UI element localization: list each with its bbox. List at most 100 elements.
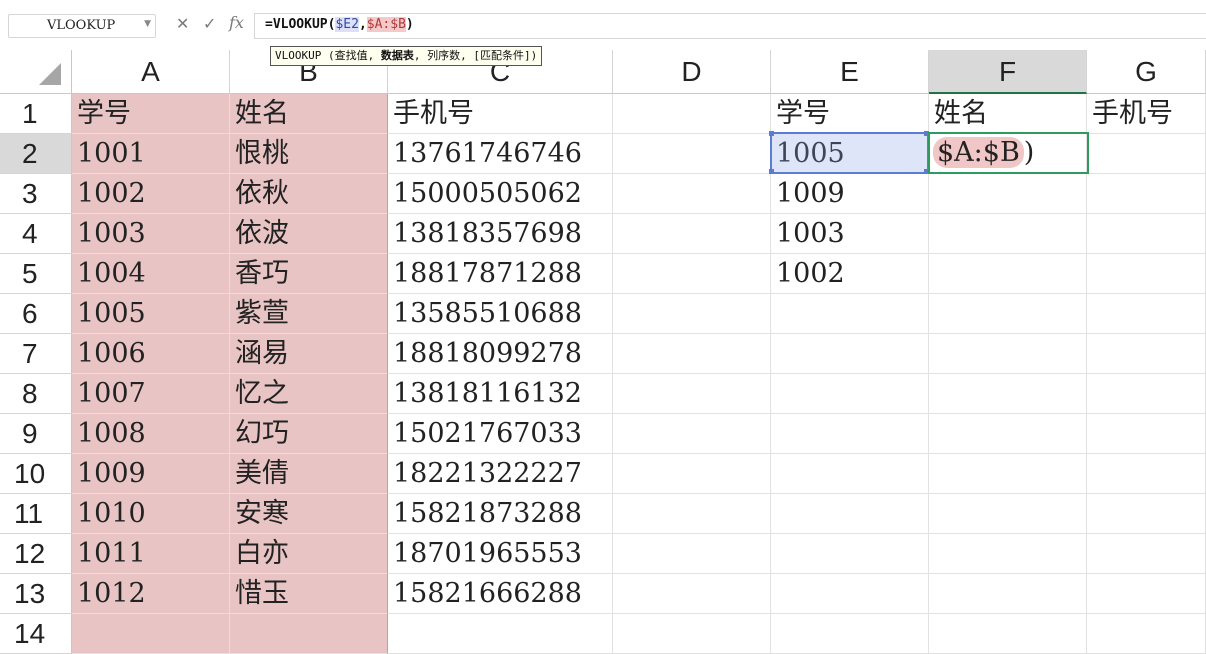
cell-a6[interactable]: 1005 [72,294,230,334]
cell-f7[interactable] [929,334,1087,374]
cell-a13[interactable]: 1012 [72,574,230,614]
cell-g8[interactable] [1087,374,1206,414]
cell-d8[interactable] [613,374,771,414]
cell-a9[interactable]: 1008 [72,414,230,454]
cell-b14[interactable] [230,614,388,654]
column-header-a[interactable]: A [72,50,230,94]
cell-e11[interactable] [771,494,929,534]
row-header-2[interactable]: 2 [0,134,72,174]
tooltip-func[interactable]: VLOOKUP [275,49,321,62]
cell-e9[interactable] [771,414,929,454]
cell-g9[interactable] [1087,414,1206,454]
cell-a10[interactable]: 1009 [72,454,230,494]
cell-b12[interactable]: 白亦 [230,534,388,574]
cell-e5[interactable]: 1002 [771,254,929,294]
cell-e2[interactable]: 1005 [771,134,929,174]
cell-d6[interactable] [613,294,771,334]
column-header-e[interactable]: E [771,50,929,94]
cell-g10[interactable] [1087,454,1206,494]
cell-e7[interactable] [771,334,929,374]
formula-input[interactable]: =VLOOKUP($E2,$A:$B) [254,13,1206,39]
cell-d5[interactable] [613,254,771,294]
cell-b6[interactable]: 紫萱 [230,294,388,334]
cell-g7[interactable] [1087,334,1206,374]
cell-b7[interactable]: 涵易 [230,334,388,374]
cell-g2[interactable] [1087,134,1206,174]
editing-cell-f2-content[interactable]: $A:$B) [933,133,1034,173]
cell-c6[interactable]: 13585510688 [388,294,613,334]
cell-b8[interactable]: 忆之 [230,374,388,414]
cell-e3[interactable]: 1009 [771,174,929,214]
cell-a3[interactable]: 1002 [72,174,230,214]
cell-e1[interactable]: 学号 [771,94,929,134]
cell-d9[interactable] [613,414,771,454]
cell-b3[interactable]: 依秋 [230,174,388,214]
cell-f1[interactable]: 姓名 [929,94,1087,134]
cell-f11[interactable] [929,494,1087,534]
cell-a2[interactable]: 1001 [72,134,230,174]
row-header-1[interactable]: 1 [0,94,72,134]
cell-f10[interactable] [929,454,1087,494]
cell-a1[interactable]: 学号 [72,94,230,134]
cell-c10[interactable]: 18221322227 [388,454,613,494]
cell-e13[interactable] [771,574,929,614]
name-box[interactable]: VLOOKUP ▼ [8,14,156,38]
cell-e4[interactable]: 1003 [771,214,929,254]
row-header-13[interactable]: 13 [0,574,72,614]
cell-b11[interactable]: 安寒 [230,494,388,534]
column-header-g[interactable]: G [1087,50,1206,94]
row-header-10[interactable]: 10 [0,454,72,494]
cell-a11[interactable]: 1010 [72,494,230,534]
cell-d1[interactable] [613,94,771,134]
cell-g3[interactable] [1087,174,1206,214]
row-header-5[interactable]: 5 [0,254,72,294]
cell-a5[interactable]: 1004 [72,254,230,294]
row-header-12[interactable]: 12 [0,534,72,574]
cell-e14[interactable] [771,614,929,654]
cell-a14[interactable] [72,614,230,654]
cell-g1[interactable]: 手机号 [1087,94,1206,134]
cell-d12[interactable] [613,534,771,574]
cell-c3[interactable]: 15000505062 [388,174,613,214]
row-header-3[interactable]: 3 [0,174,72,214]
row-header-14[interactable]: 14 [0,614,72,654]
cell-d7[interactable] [613,334,771,374]
cell-b13[interactable]: 惜玉 [230,574,388,614]
cell-c12[interactable]: 18701965553 [388,534,613,574]
chevron-down-icon[interactable]: ▼ [144,19,151,29]
cell-c8[interactable]: 13818116132 [388,374,613,414]
cell-b2[interactable]: 恨桃 [230,134,388,174]
column-header-d[interactable]: D [613,50,771,94]
cell-c9[interactable]: 15021767033 [388,414,613,454]
cell-c13[interactable]: 15821666288 [388,574,613,614]
cell-d10[interactable] [613,454,771,494]
fx-icon[interactable]: fx [229,13,244,32]
close-icon[interactable]: ✕ [176,14,189,33]
cell-g11[interactable] [1087,494,1206,534]
cell-b5[interactable]: 香巧 [230,254,388,294]
cell-f13[interactable] [929,574,1087,614]
cell-b10[interactable]: 美倩 [230,454,388,494]
cell-g14[interactable] [1087,614,1206,654]
cell-c11[interactable]: 15821873288 [388,494,613,534]
cell-f3[interactable] [929,174,1087,214]
cell-c7[interactable]: 18818099278 [388,334,613,374]
cell-e10[interactable] [771,454,929,494]
cell-g4[interactable] [1087,214,1206,254]
cell-g13[interactable] [1087,574,1206,614]
cell-b9[interactable]: 幻巧 [230,414,388,454]
cell-b4[interactable]: 依波 [230,214,388,254]
row-header-9[interactable]: 9 [0,414,72,454]
cell-d14[interactable] [613,614,771,654]
cell-c2[interactable]: 13761746746 [388,134,613,174]
cell-c5[interactable]: 18817871288 [388,254,613,294]
cell-c14[interactable] [388,614,613,654]
cell-e8[interactable] [771,374,929,414]
cell-a12[interactable]: 1011 [72,534,230,574]
cell-c4[interactable]: 13818357698 [388,214,613,254]
cell-e6[interactable] [771,294,929,334]
column-header-f[interactable]: F [929,50,1087,94]
cell-d3[interactable] [613,174,771,214]
row-header-4[interactable]: 4 [0,214,72,254]
cell-b1[interactable]: 姓名 [230,94,388,134]
